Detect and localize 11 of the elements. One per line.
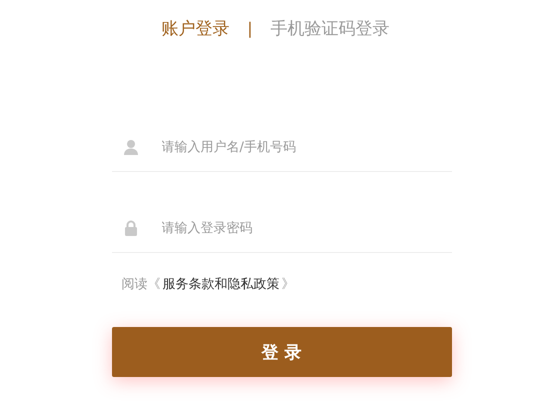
password-field[interactable]: 请输入登录密码	[162, 220, 452, 236]
terms-link[interactable]: 服务条款和隐私政策	[162, 275, 280, 295]
tab-separator: |	[247, 18, 253, 38]
login-tab[interactable]: 账户登录	[161, 16, 230, 40]
login-button[interactable]: 登 录	[112, 327, 452, 377]
agreement-suffix: 》	[282, 276, 294, 294]
username-field[interactable]: 请输入用户名/手机号码	[162, 140, 452, 154]
user-icon	[122, 139, 138, 155]
lock-icon	[122, 220, 138, 236]
login-tab[interactable]: 手机验证码登录	[270, 16, 390, 40]
agreement-prefix: 阅读《	[122, 276, 160, 294]
